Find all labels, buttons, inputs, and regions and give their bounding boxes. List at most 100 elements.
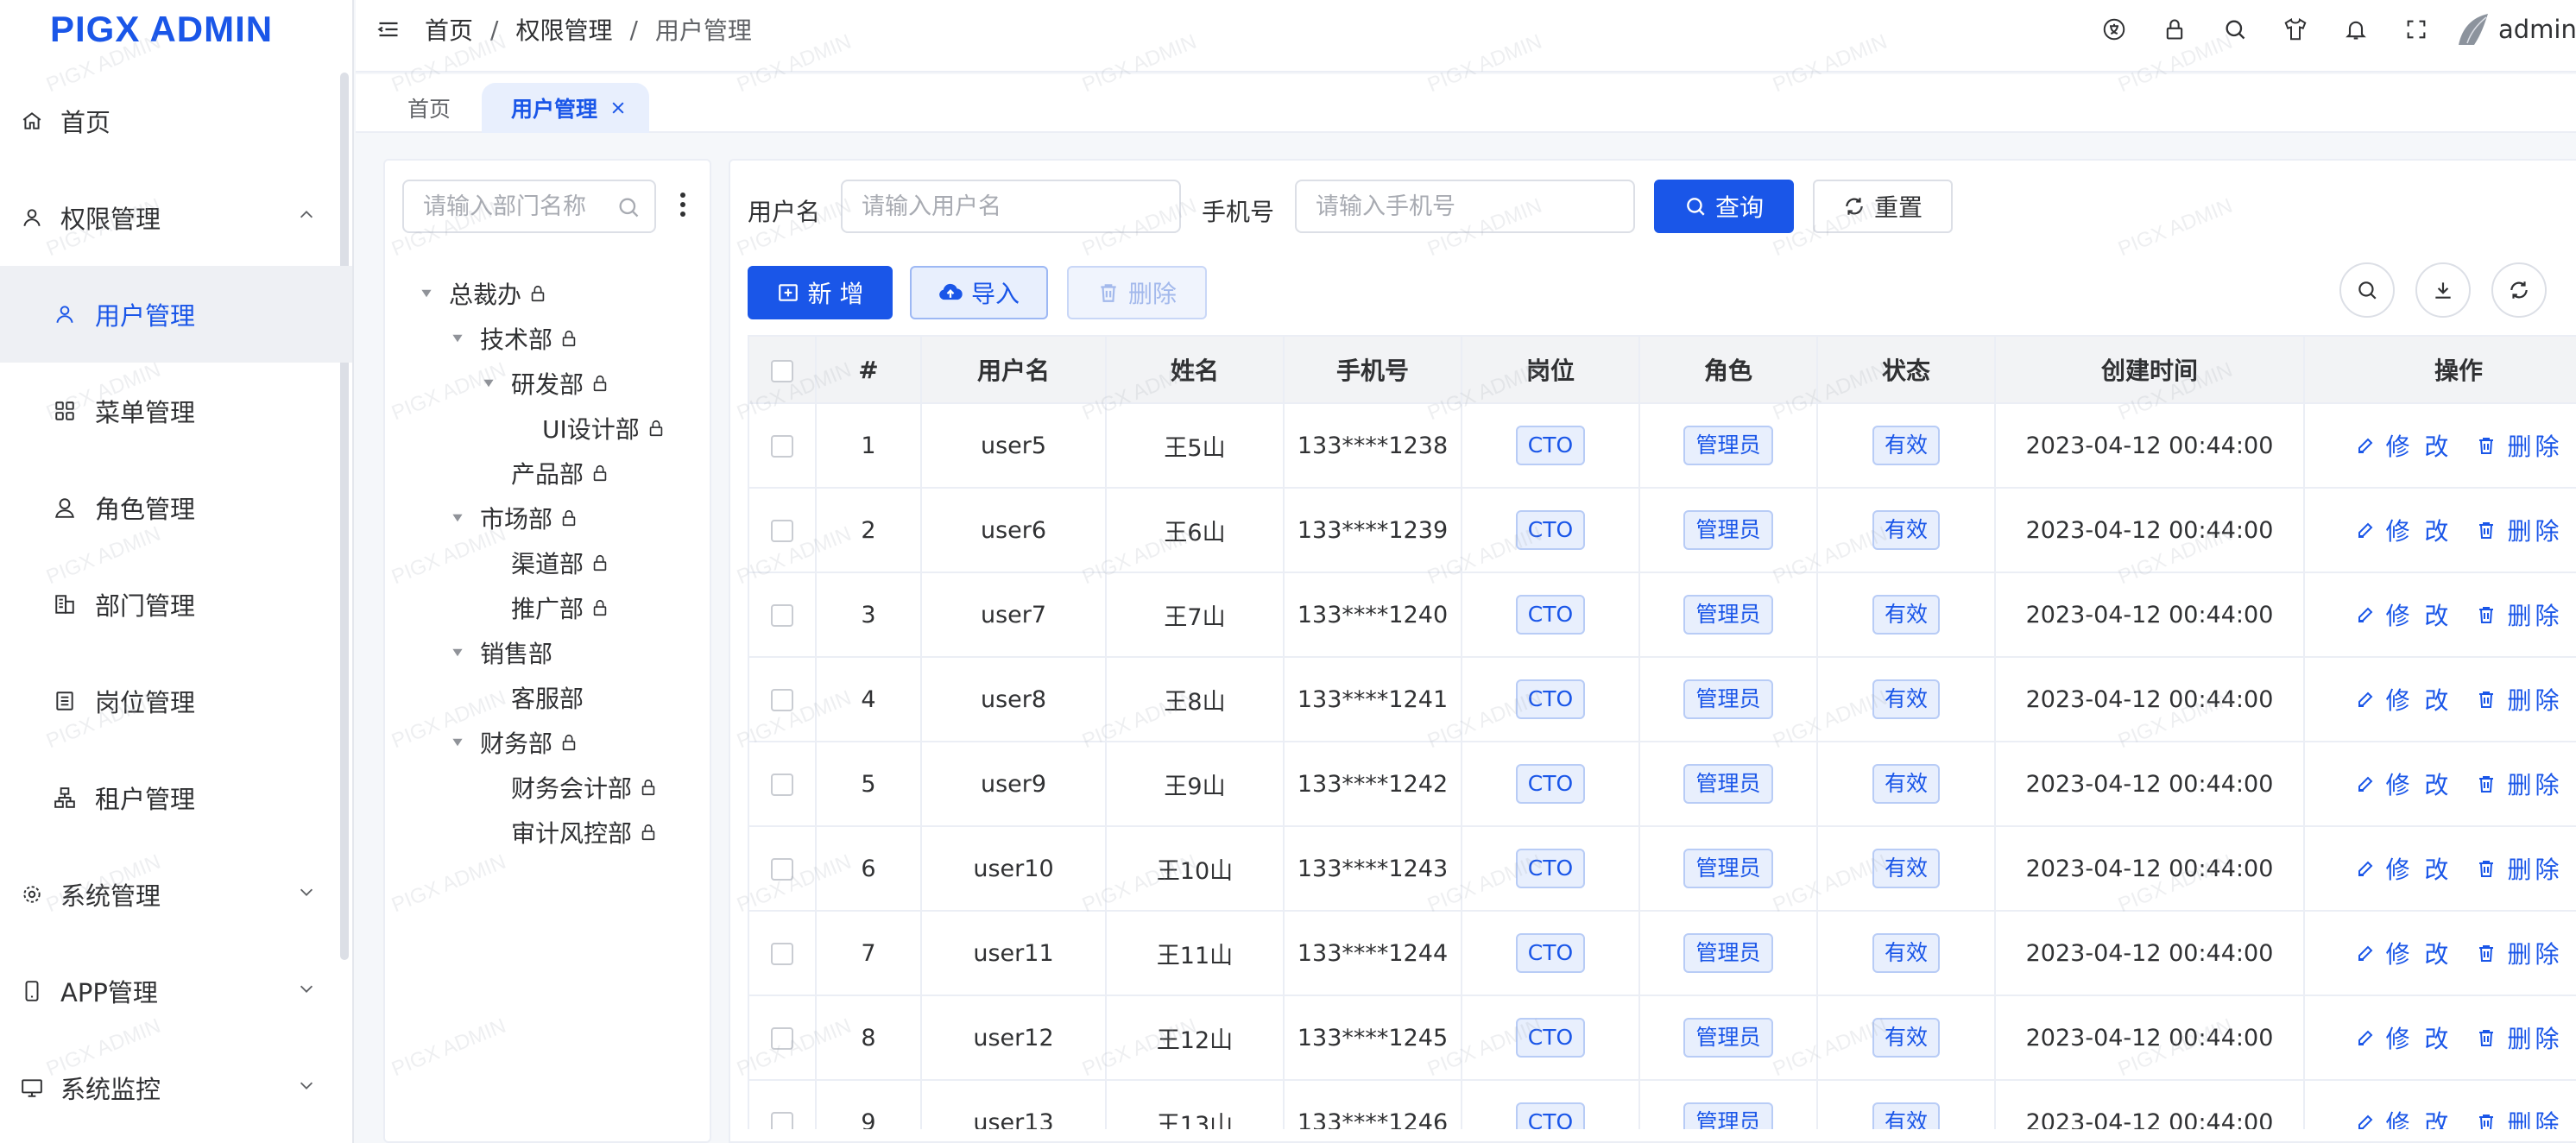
row-checkbox[interactable] <box>771 943 793 965</box>
table-row[interactable]: 6 user10 王10山 133****1243 CTO 管理员 有效 2023-04-12… <box>748 825 2576 912</box>
sidebar-item-tenants[interactable]: 租户管理 <box>0 749 352 846</box>
row-checkbox[interactable] <box>771 1112 793 1129</box>
row-checkbox[interactable] <box>771 520 793 542</box>
delete-button[interactable]: 删除 <box>2476 1020 2562 1055</box>
delete-button[interactable]: 删除 <box>2476 513 2562 547</box>
row-checkbox[interactable] <box>771 435 793 458</box>
sidebar-item-menus[interactable]: 菜单管理 <box>0 363 352 459</box>
username-filter-input[interactable] <box>862 181 1172 231</box>
caret-down-icon[interactable] <box>451 736 464 748</box>
caret-down-icon[interactable] <box>451 332 464 344</box>
edit-button[interactable]: 修 改 <box>2355 936 2453 970</box>
caret-down-icon[interactable] <box>451 512 464 524</box>
edit-button[interactable]: 修 改 <box>2355 513 2453 547</box>
row-checkbox[interactable] <box>771 1027 793 1050</box>
add-button[interactable]: 新 增 <box>748 266 893 319</box>
toggle-search-button[interactable] <box>2339 262 2395 318</box>
table-row[interactable]: 5 user9 王9山 133****1242 CTO 管理员 有效 2023-04-12 0… <box>748 741 2576 827</box>
table-row[interactable]: 3 user7 王7山 133****1240 CTO 管理员 有效 2023-04-12 0… <box>748 572 2576 658</box>
query-button[interactable]: 查询 <box>1654 180 1794 233</box>
table-row[interactable]: 4 user8 王8山 133****1241 CTO 管理员 有效 2023-04-12 0… <box>748 656 2576 742</box>
sidebar-item-monitor[interactable]: 系统监控 <box>0 1039 352 1136</box>
lock-icon[interactable] <box>2144 17 2205 41</box>
tag-home[interactable]: 首页 <box>407 83 451 133</box>
sidebar-item-users[interactable]: 用户管理 <box>0 266 352 363</box>
tag-current[interactable]: 用户管理 <box>482 83 649 133</box>
edit-button[interactable]: 修 改 <box>2355 428 2453 463</box>
refresh-button[interactable] <box>2491 262 2547 318</box>
tree-node[interactable]: 产品部 <box>385 451 710 496</box>
tree-node[interactable]: 总裁办 <box>385 271 710 316</box>
edit-button[interactable]: 修 改 <box>2355 597 2453 632</box>
select-cell <box>748 402 817 489</box>
sidebar-item-app[interactable]: APP管理 <box>0 943 352 1039</box>
table-row[interactable]: 9 user13 王13山 133****1246 CTO 管理员 有效 2023-04-12… <box>748 1079 2576 1129</box>
import-button[interactable]: 导入 <box>910 266 1048 319</box>
tree-node[interactable]: 销售部 <box>385 630 710 675</box>
phone-cell: 133****1246 <box>1283 1079 1462 1129</box>
tree-node[interactable]: 研发部 <box>385 361 710 406</box>
delete-button[interactable]: 删除 <box>2476 682 2562 717</box>
theme-shirt-icon[interactable] <box>2265 16 2326 42</box>
bell-icon[interactable] <box>2326 17 2386 41</box>
tree-node[interactable]: 财务会计部 <box>385 765 710 810</box>
table-row[interactable]: 8 user12 王12山 133****1245 CTO 管理员 有效 2023-04-12… <box>748 995 2576 1081</box>
breadcrumb-item-permission[interactable]: 权限管理 <box>515 12 612 47</box>
sidebar-item-depts[interactable]: 部门管理 <box>0 556 352 653</box>
delete-button[interactable]: 删除 <box>2476 1105 2562 1129</box>
chevron-down-icon <box>300 985 313 993</box>
tree-node[interactable]: 推广部 <box>385 585 710 630</box>
table-row[interactable]: 7 user11 王11山 133****1244 CTO 管理员 有效 2023-04-12… <box>748 910 2576 996</box>
tree-node[interactable]: 客服部 <box>385 675 710 720</box>
menu-fold-icon[interactable] <box>376 17 401 45</box>
delete-button[interactable]: 删除 <box>2476 767 2562 801</box>
edit-button[interactable]: 修 改 <box>2355 1105 2453 1129</box>
caret-down-icon[interactable] <box>420 287 433 300</box>
edit-button[interactable]: 修 改 <box>2355 1020 2453 1055</box>
export-button[interactable] <box>2415 262 2471 318</box>
search-icon[interactable] <box>2205 17 2265 41</box>
fullscreen-icon[interactable] <box>2386 17 2447 41</box>
app-logo[interactable]: PIGX ADMIN <box>0 0 352 59</box>
table-row[interactable]: 2 user6 王6山 133****1239 CTO 管理员 有效 2023-04-12 0… <box>748 487 2576 573</box>
table-row[interactable]: 1 user5 王5山 133****1238 CTO 管理员 有效 2023-04-12 0… <box>748 402 2576 489</box>
edit-button[interactable]: 修 改 <box>2355 682 2453 717</box>
phone-filter-input[interactable] <box>1316 181 1626 231</box>
sidebar-item-permission[interactable]: 权限管理 <box>0 169 352 266</box>
row-checkbox[interactable] <box>771 858 793 881</box>
reset-button[interactable]: 重置 <box>1813 180 1953 233</box>
column-header: 角色 <box>1638 335 1818 404</box>
caret-down-icon[interactable] <box>451 647 464 659</box>
sidebar-item-home[interactable]: 首页 <box>0 73 352 169</box>
tree-node[interactable]: 审计风控部 <box>385 810 710 855</box>
row-checkbox[interactable] <box>771 689 793 711</box>
more-vertical-icon[interactable] <box>679 192 687 221</box>
breadcrumb-item-home[interactable]: 首页 <box>425 12 473 47</box>
batch-delete-button[interactable]: 删除 <box>1067 266 1207 319</box>
language-icon[interactable] <box>2084 16 2144 42</box>
delete-label: 删除 <box>2507 1025 2563 1053</box>
dept-search-input[interactable] <box>423 181 622 231</box>
sidebar-item-system[interactable]: 系统管理 <box>0 846 352 943</box>
sidebar-item-roles[interactable]: 角色管理 <box>0 459 352 556</box>
select-all-checkbox[interactable] <box>771 359 793 382</box>
user-menu[interactable]: admin <box>2455 10 2576 48</box>
delete-button[interactable]: 删除 <box>2476 597 2562 632</box>
tree-node[interactable]: 市场部 <box>385 496 710 540</box>
sidebar-item-posts[interactable]: 岗位管理 <box>0 653 352 749</box>
delete-button[interactable]: 删除 <box>2476 851 2562 886</box>
row-checkbox[interactable] <box>771 604 793 627</box>
caret-down-icon[interactable] <box>482 377 496 389</box>
tree-node[interactable]: UI设计部 <box>385 406 710 451</box>
edit-button[interactable]: 修 改 <box>2355 767 2453 801</box>
delete-button[interactable]: 删除 <box>2476 428 2562 463</box>
row-checkbox[interactable] <box>771 774 793 796</box>
tree-node[interactable]: 技术部 <box>385 316 710 361</box>
status-cell: 有效 <box>1816 995 1996 1081</box>
close-icon[interactable] <box>609 99 627 117</box>
tree-node[interactable]: 财务部 <box>385 720 710 765</box>
tree-node[interactable]: 渠道部 <box>385 540 710 585</box>
select-cell <box>748 825 817 912</box>
edit-button[interactable]: 修 改 <box>2355 851 2453 886</box>
delete-button[interactable]: 删除 <box>2476 936 2562 970</box>
